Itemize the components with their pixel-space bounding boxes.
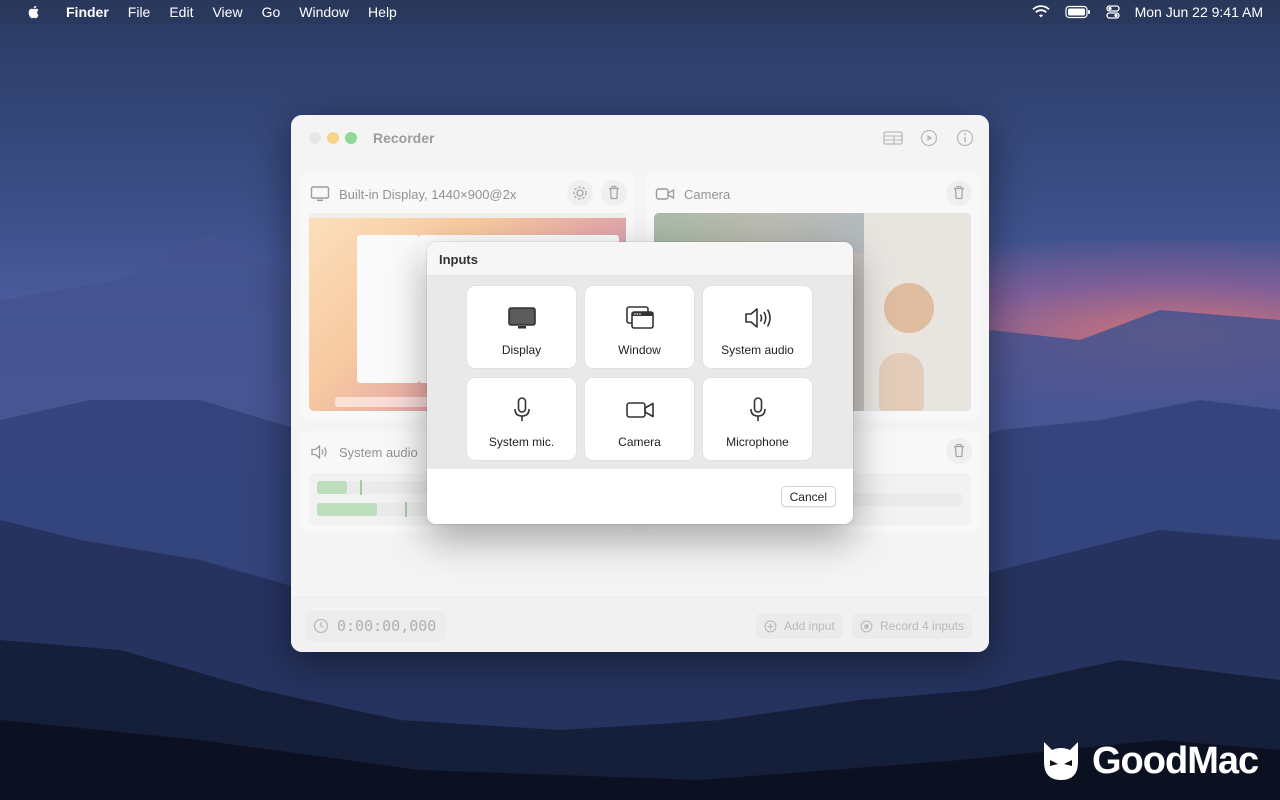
microphone-icon — [749, 397, 766, 421]
camera-icon — [625, 402, 654, 418]
watermark-brand: GoodMac — [1092, 739, 1259, 782]
cancel-button[interactable]: Cancel — [780, 486, 836, 507]
input-tile-label: Window — [618, 343, 661, 357]
menu-app-name[interactable]: Finder — [66, 4, 109, 20]
menubar-clock[interactable]: Mon Jun 22 9:41 AM — [1135, 4, 1263, 20]
menu-window[interactable]: Window — [299, 4, 349, 20]
window-icon — [625, 306, 654, 329]
display-icon — [507, 307, 536, 329]
sheet-footer: Cancel — [427, 469, 853, 524]
apple-icon[interactable] — [26, 4, 42, 20]
sheet-title: Inputs — [439, 252, 478, 267]
input-tile-window[interactable]: Window — [585, 286, 694, 368]
input-tile-microphone[interactable]: Microphone — [703, 378, 812, 460]
input-tile-label: Display — [501, 343, 542, 357]
menu-file[interactable]: File — [128, 4, 151, 20]
input-type-grid: Display Window System audio System mic. … — [427, 276, 853, 469]
speaker-icon — [744, 308, 771, 328]
battery-icon[interactable] — [1064, 5, 1091, 19]
input-tile-system-mic[interactable]: System mic. — [467, 378, 576, 460]
input-tile-label: Camera — [618, 435, 661, 449]
microphone-icon — [513, 397, 530, 421]
input-tile-label: System audio — [721, 343, 794, 357]
menu-view[interactable]: View — [212, 4, 242, 20]
control-center-icon[interactable] — [1105, 4, 1121, 20]
input-tile-label: Microphone — [726, 435, 789, 449]
menu-bar: Finder File Edit View Go Window Help Mon… — [0, 0, 1280, 24]
input-tile-display[interactable]: Display — [467, 286, 576, 368]
goodmac-logo-icon — [1044, 742, 1078, 780]
input-tile-camera[interactable]: Camera — [585, 378, 694, 460]
goodmac-watermark: GoodMac — [1038, 738, 1259, 784]
menu-go[interactable]: Go — [262, 4, 281, 20]
input-tile-system-audio[interactable]: System audio — [703, 286, 812, 368]
menu-help[interactable]: Help — [368, 4, 397, 20]
inputs-sheet: Inputs Display Window System audio Syste… — [427, 242, 853, 524]
sheet-header: Inputs — [427, 242, 853, 276]
input-tile-label: System mic. — [488, 435, 555, 449]
wifi-icon[interactable] — [1031, 4, 1051, 20]
menu-edit[interactable]: Edit — [169, 4, 193, 20]
